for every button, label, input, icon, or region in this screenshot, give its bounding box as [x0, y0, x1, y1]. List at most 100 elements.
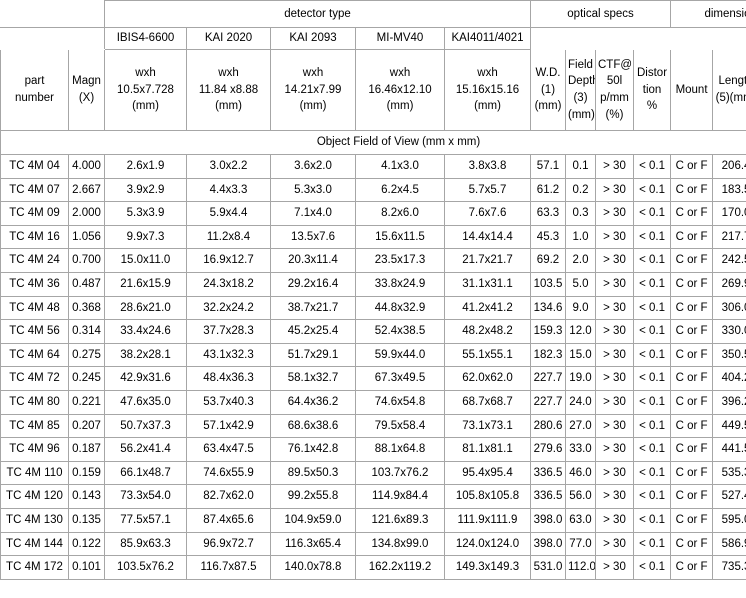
- detector-name-kai-2020: KAI 2020: [187, 28, 271, 50]
- cell-distortion: < 0.1: [634, 272, 671, 296]
- table-row: TC 4M 1440.12285.9x63.396.9x72.7116.3x65…: [1, 532, 746, 556]
- detector-2-unit: (mm): [189, 98, 268, 115]
- cell-mount: C or F: [671, 296, 713, 320]
- cell-distortion: < 0.1: [634, 414, 671, 438]
- cell-field-of-view-2: 82.7x62.0: [187, 485, 271, 509]
- cell-field-depth: 2.0: [566, 249, 596, 273]
- cell-field-of-view-2: 3.0x2.2: [187, 155, 271, 179]
- cell-length: 242.5: [713, 249, 746, 273]
- cell-field-of-view-4: 59.9x44.0: [356, 343, 445, 367]
- detector-1-size-value: 10.5x7.728: [107, 82, 184, 99]
- cell-distortion: < 0.1: [634, 320, 671, 344]
- cell-field-of-view-1: 5.3x3.9: [105, 202, 187, 226]
- cell-distortion: < 0.1: [634, 367, 671, 391]
- cell-field-of-view-5: 14.4x14.4: [445, 225, 531, 249]
- cell-magnification: 0.487: [69, 272, 105, 296]
- cell-working-distance: 57.1: [531, 155, 566, 179]
- cell-length: 735.3: [713, 556, 746, 580]
- group-header-detector-type: detector type: [105, 1, 531, 28]
- cell-part-number: TC 4M 130: [1, 508, 69, 532]
- cell-distortion: < 0.1: [634, 508, 671, 532]
- cell-length: 404.2: [713, 367, 746, 391]
- cell-length: 306.0: [713, 296, 746, 320]
- cell-field-of-view-5: 7.6x7.6: [445, 202, 531, 226]
- cell-field-of-view-3: 45.2x25.4: [271, 320, 356, 344]
- corner-blank-cell: [1, 1, 105, 28]
- detector-5-unit: (mm): [447, 98, 528, 115]
- ctf-line-4: (%): [598, 107, 631, 124]
- cell-ctf: > 30: [596, 461, 634, 485]
- cell-field-of-view-1: 9.9x7.3: [105, 225, 187, 249]
- detector-3-wxh-label: wxh: [273, 65, 353, 82]
- cell-distortion: < 0.1: [634, 178, 671, 202]
- table-row: TC 4M 360.48721.6x15.924.3x18.229.2x16.4…: [1, 272, 746, 296]
- cell-field-of-view-2: 37.7x28.3: [187, 320, 271, 344]
- cell-magnification: 2.000: [69, 202, 105, 226]
- cell-field-depth: 9.0: [566, 296, 596, 320]
- table-row: TC 4M 800.22147.6x35.053.7x40.364.4x36.2…: [1, 390, 746, 414]
- cell-field-of-view-1: 3.9x2.9: [105, 178, 187, 202]
- column-header-length: Length (5)(mm): [713, 50, 746, 131]
- cell-field-depth: 0.1: [566, 155, 596, 179]
- cell-part-number: TC 4M 80: [1, 390, 69, 414]
- cell-field-of-view-4: 79.5x58.4: [356, 414, 445, 438]
- column-header-detector-5-size: wxh 15.16x15.16 (mm): [445, 50, 531, 131]
- cell-field-of-view-5: 3.8x3.8: [445, 155, 531, 179]
- cell-field-of-view-4: 15.6x11.5: [356, 225, 445, 249]
- cell-field-of-view-5: 73.1x73.1: [445, 414, 531, 438]
- cell-length: 217.7: [713, 225, 746, 249]
- cell-part-number: TC 4M 56: [1, 320, 69, 344]
- cell-distortion: < 0.1: [634, 485, 671, 509]
- distortion-line-2: tion: [636, 82, 668, 99]
- column-header-distortion: Distor tion %: [634, 50, 671, 131]
- object-field-of-view-banner: Object Field of View (mm x mm): [1, 131, 746, 155]
- cell-field-of-view-5: 62.0x62.0: [445, 367, 531, 391]
- cell-field-of-view-3: 89.5x50.3: [271, 461, 356, 485]
- cell-working-distance: 45.3: [531, 225, 566, 249]
- cell-working-distance: 227.7: [531, 390, 566, 414]
- detector-name-ibis4-6600: IBIS4-6600: [105, 28, 187, 50]
- cell-part-number: TC 4M 144: [1, 532, 69, 556]
- cell-part-number: TC 4M 110: [1, 461, 69, 485]
- column-header-detector-1-size: wxh 10.5x7.728 (mm): [105, 50, 187, 131]
- cell-magnification: 0.275: [69, 343, 105, 367]
- cell-part-number: TC 4M 16: [1, 225, 69, 249]
- cell-field-of-view-1: 56.2x41.4: [105, 438, 187, 462]
- cell-ctf: > 30: [596, 155, 634, 179]
- cell-ctf: > 30: [596, 225, 634, 249]
- cell-field-of-view-4: 88.1x64.8: [356, 438, 445, 462]
- cell-distortion: < 0.1: [634, 296, 671, 320]
- cell-mount: C or F: [671, 155, 713, 179]
- cell-field-of-view-3: 140.0x78.8: [271, 556, 356, 580]
- cell-field-depth: 56.0: [566, 485, 596, 509]
- cell-mount: C or F: [671, 249, 713, 273]
- ctf-line-3: p/mm: [598, 90, 631, 107]
- cell-field-of-view-5: 21.7x21.7: [445, 249, 531, 273]
- column-header-detector-4-size: wxh 16.46x12.10 (mm): [356, 50, 445, 131]
- cell-field-of-view-5: 95.4x95.4: [445, 461, 531, 485]
- cell-field-of-view-4: 74.6x54.8: [356, 390, 445, 414]
- cell-ctf: > 30: [596, 320, 634, 344]
- cell-field-depth: 5.0: [566, 272, 596, 296]
- table-row: TC 4M 1100.15966.1x48.774.6x55.989.5x50.…: [1, 461, 746, 485]
- cell-field-depth: 0.2: [566, 178, 596, 202]
- detector-4-size-value: 16.46x12.10: [358, 82, 442, 99]
- cell-field-of-view-1: 21.6x15.9: [105, 272, 187, 296]
- detector-2-size-value: 11.84 x8.88: [189, 82, 268, 99]
- cell-field-of-view-3: 38.7x21.7: [271, 296, 356, 320]
- cell-magnification: 0.245: [69, 367, 105, 391]
- cell-part-number: TC 4M 72: [1, 367, 69, 391]
- cell-field-depth: 33.0: [566, 438, 596, 462]
- cell-mount: C or F: [671, 461, 713, 485]
- cell-ctf: > 30: [596, 202, 634, 226]
- cell-field-of-view-3: 64.4x36.2: [271, 390, 356, 414]
- cell-field-of-view-1: 47.6x35.0: [105, 390, 187, 414]
- group-header-row: detector type optical specs dimensions: [1, 1, 746, 28]
- cell-field-depth: 24.0: [566, 390, 596, 414]
- column-header-detector-2-size: wxh 11.84 x8.88 (mm): [187, 50, 271, 131]
- detector-name-row: IBIS4-6600 KAI 2020 KAI 2093 MI-MV40 KAI…: [1, 28, 746, 50]
- cell-field-of-view-2: 87.4x65.6: [187, 508, 271, 532]
- table-row: TC 4M 044.0002.6x1.93.0x2.23.6x2.04.1x3.…: [1, 155, 746, 179]
- detector-row-blank-left: [1, 28, 105, 50]
- cell-field-of-view-2: 74.6x55.9: [187, 461, 271, 485]
